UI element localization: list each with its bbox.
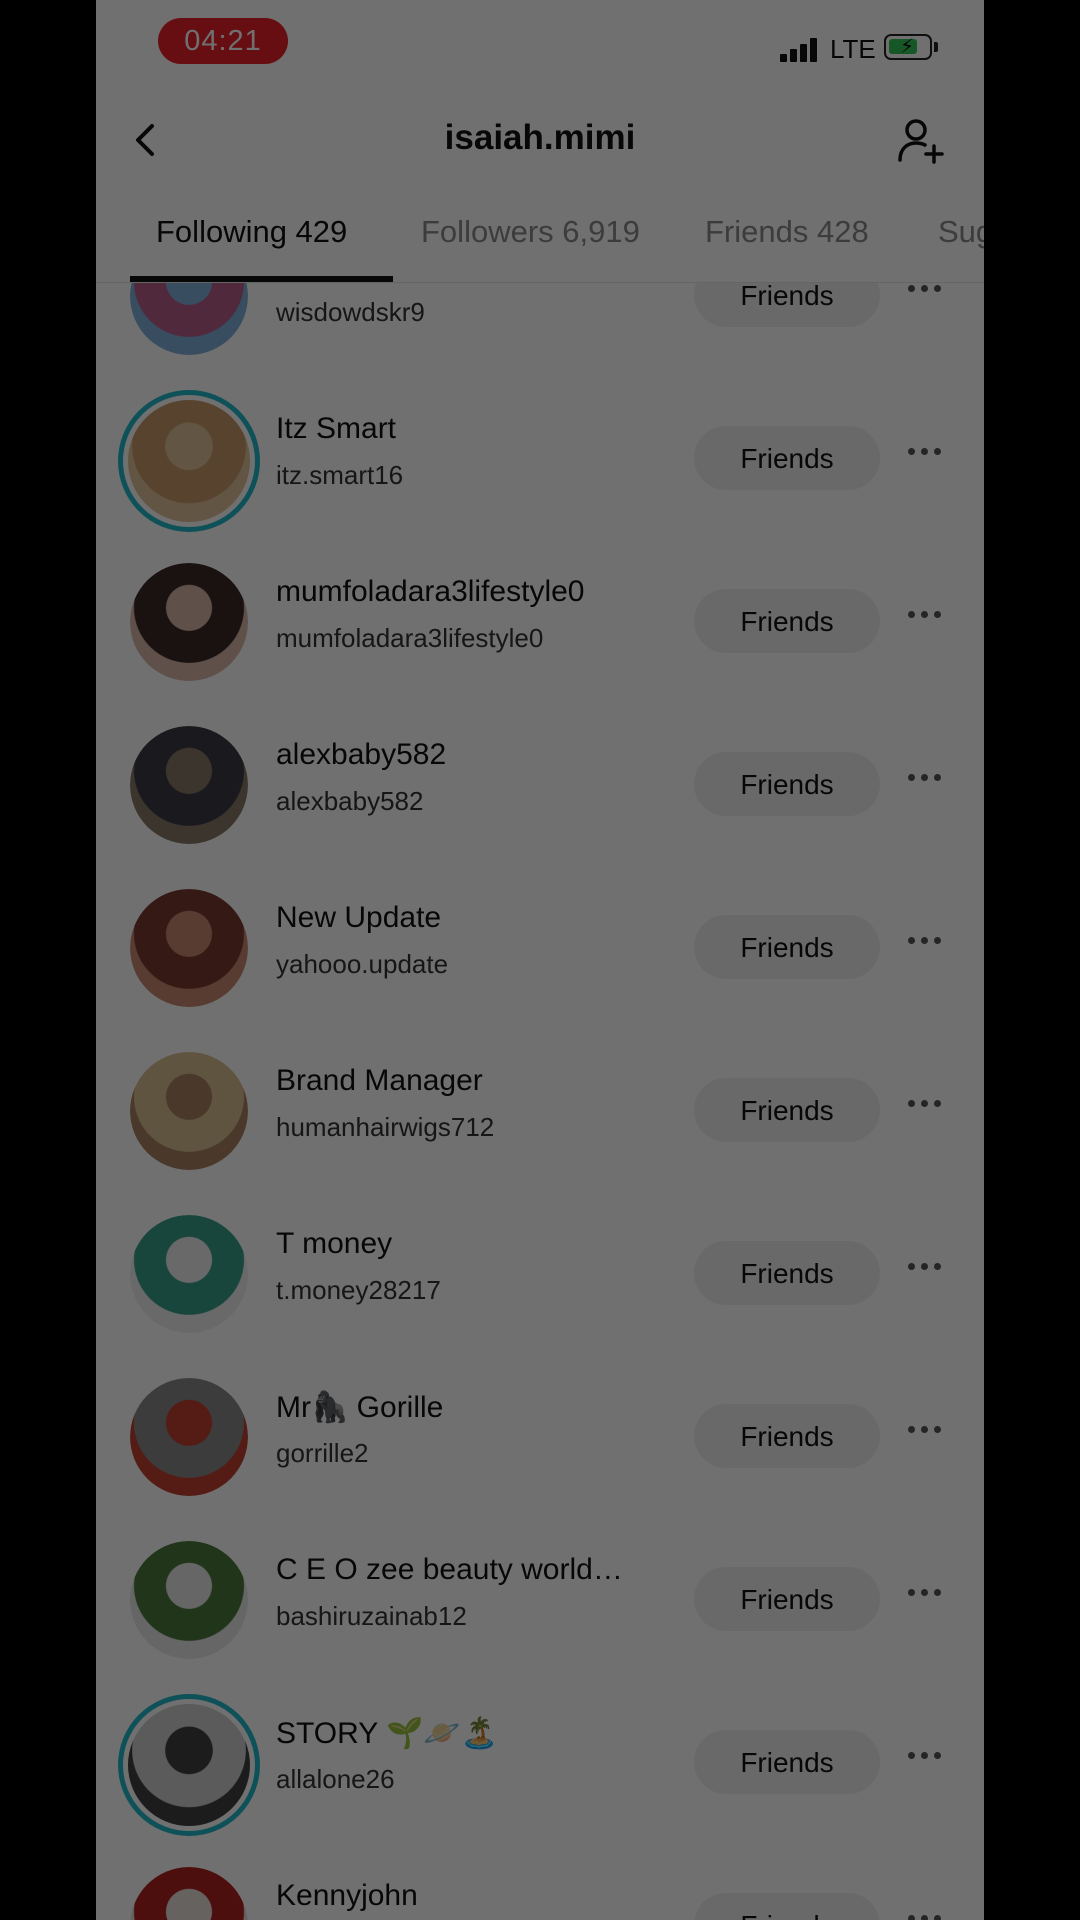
list-item[interactable]: New Update yahooo.update Friends <box>96 865 984 1028</box>
avatar-image <box>130 1052 248 1170</box>
friends-button[interactable]: Friends <box>694 1893 880 1920</box>
more-horizontal-icon[interactable] <box>908 1589 942 1599</box>
username: mumfoladara3lifestyle0 <box>276 623 544 653</box>
header: isaiah.mimi <box>96 90 984 190</box>
avatar-image <box>130 726 248 844</box>
more-horizontal-icon[interactable] <box>908 937 942 947</box>
more-horizontal-icon[interactable] <box>908 285 942 295</box>
friends-button[interactable]: Friends <box>694 1078 880 1142</box>
tab-followers[interactable]: Followers 6,919 <box>421 214 640 250</box>
avatar-image <box>130 563 248 681</box>
page-title: isaiah.mimi <box>444 118 636 157</box>
more-horizontal-icon[interactable] <box>908 448 942 458</box>
tab-following[interactable]: Following 429 <box>156 214 347 250</box>
signal-icon <box>780 36 820 62</box>
display-name: Brand Manager <box>276 1064 483 1097</box>
friends-button[interactable]: Friends <box>694 283 880 327</box>
username: yahooo.update <box>276 949 449 979</box>
friends-button[interactable]: Friends <box>694 1730 880 1794</box>
avatar-image <box>128 1704 250 1826</box>
network-label: LTE <box>830 34 876 64</box>
status-bar: 04:21 LTE ⚡ <box>96 0 984 90</box>
avatar[interactable] <box>130 1541 248 1659</box>
more-horizontal-icon[interactable] <box>908 611 942 621</box>
display-name: T money <box>276 1227 393 1260</box>
friends-button[interactable]: Friends <box>694 589 880 653</box>
avatar-image <box>130 1541 248 1659</box>
phone-screen: 04:21 LTE ⚡ isaiah.mimi Following 429 Fo… <box>96 0 984 1920</box>
more-horizontal-icon[interactable] <box>908 1263 942 1273</box>
battery-cap <box>934 42 938 52</box>
more-horizontal-icon[interactable] <box>908 1752 942 1762</box>
username: itz.smart16 <box>276 460 404 490</box>
friends-button[interactable]: Friends <box>694 752 880 816</box>
list-item[interactable]: wisdowdskr9 Friends <box>96 283 984 376</box>
friends-button[interactable]: Friends <box>694 1567 880 1631</box>
avatar[interactable] <box>130 1867 248 1920</box>
username: humanhairwigs712 <box>276 1112 495 1142</box>
list-item[interactable]: alexbaby582 alexbaby582 Friends <box>96 702 984 865</box>
display-name: C E O zee beauty world… <box>276 1553 623 1586</box>
list-item[interactable]: Itz Smart itz.smart16 Friends <box>96 376 984 539</box>
display-name: Mr🦍 Gorille <box>276 1391 444 1424</box>
following-list[interactable]: wisdowdskr9 Friends Itz Smart itz.smart16 Fr… <box>96 283 984 1920</box>
friends-button[interactable]: Friends <box>694 915 880 979</box>
avatar-image <box>130 1378 248 1496</box>
avatar[interactable] <box>130 1052 248 1170</box>
avatar[interactable] <box>130 283 248 355</box>
tab-suggested[interactable]: Sug <box>938 214 984 250</box>
username: allalone26 <box>276 1764 395 1794</box>
display-name: alexbaby582 <box>276 738 447 771</box>
username: bashiruzainab12 <box>276 1601 467 1631</box>
avatar-image <box>130 889 248 1007</box>
avatar[interactable] <box>130 1378 248 1496</box>
username: wisdowdskr9 <box>276 297 425 327</box>
tab-friends[interactable]: Friends 428 <box>705 214 869 250</box>
add-user-icon[interactable] <box>896 116 946 166</box>
display-name: New Update <box>276 901 442 934</box>
list-item[interactable]: mumfoladara3lifestyle0 mumfoladara3lifest… <box>96 539 984 702</box>
friends-button[interactable]: Friends <box>694 1404 880 1468</box>
more-horizontal-icon[interactable] <box>908 1915 942 1920</box>
more-horizontal-icon[interactable] <box>908 774 942 784</box>
list-item[interactable]: T money t.money28217 Friends <box>96 1191 984 1354</box>
friends-button[interactable]: Friends <box>694 426 880 490</box>
avatar[interactable] <box>130 563 248 681</box>
list-item[interactable]: Brand Manager humanhairwigs712 Friends <box>96 1028 984 1191</box>
more-horizontal-icon[interactable] <box>908 1100 942 1110</box>
tab-bar: Following 429 Followers 6,919 Friends 42… <box>96 190 984 283</box>
display-name: STORY 🌱🪐🏝️ <box>276 1717 499 1750</box>
avatar-image <box>130 1215 248 1333</box>
avatar-image <box>130 1867 248 1920</box>
display-name: Kennyjohn <box>276 1879 418 1912</box>
avatar[interactable] <box>118 1694 260 1836</box>
list-item[interactable]: C E O zee beauty world… bashiruzainab12 Fr… <box>96 1517 984 1680</box>
list-item[interactable]: Kennyjohn Friends <box>96 1843 984 1920</box>
tab-indicator <box>130 276 393 282</box>
avatar[interactable] <box>130 1215 248 1333</box>
username: alexbaby582 <box>276 786 424 816</box>
avatar[interactable] <box>130 889 248 1007</box>
username: gorrille2 <box>276 1438 369 1468</box>
list-item[interactable]: Mr🦍 Gorille gorrille2 Friends <box>96 1354 984 1517</box>
more-horizontal-icon[interactable] <box>908 1426 942 1436</box>
battery-icon: ⚡ <box>884 34 932 60</box>
status-time: 04:21 <box>158 18 288 64</box>
display-name: Itz Smart <box>276 412 397 445</box>
display-name: mumfoladara3lifestyle0 <box>276 575 585 608</box>
friends-button[interactable]: Friends <box>694 1241 880 1305</box>
avatar-image <box>130 283 248 355</box>
avatar[interactable] <box>118 390 260 532</box>
username: t.money28217 <box>276 1275 441 1305</box>
list-item[interactable]: STORY 🌱🪐🏝️ allalone26 Friends <box>96 1680 984 1843</box>
avatar-image <box>128 400 250 522</box>
avatar[interactable] <box>130 726 248 844</box>
